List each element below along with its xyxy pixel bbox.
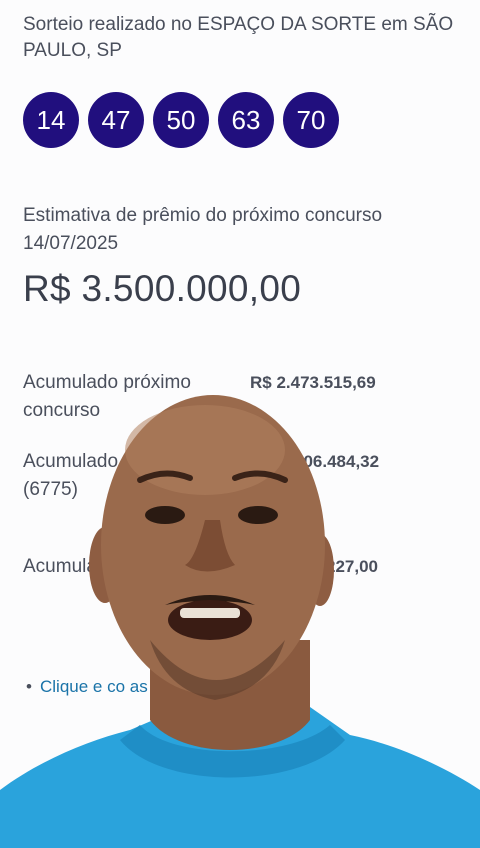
number-ball: 70	[283, 92, 339, 148]
accumulated-label: Acumulado p concurso fi (6775)	[23, 451, 232, 500]
winning-bets-link[interactable]: Clique e co as apostas ganhadoras	[26, 673, 446, 700]
draw-location-text: Sorteio realizado no ESPAÇO DA SORTE em …	[23, 14, 454, 61]
bullet-icon: •	[26, 677, 32, 696]
winning-bets-link-item: • Clique e co as apostas ganhadoras	[26, 673, 446, 700]
next-prize-estimate-label: Estimativa de prêmio do próximo concurso…	[23, 205, 383, 254]
accumulated-label: Acumula Sorteio E João	[23, 556, 227, 577]
drawn-numbers: 14 47 50 63 70	[23, 92, 339, 148]
number-ball: 14	[23, 92, 79, 148]
accumulated-value: 406.484,32	[294, 452, 380, 471]
accumulated-label: Acumulado próximo concurso	[23, 372, 191, 421]
accumulated-value: 227,00	[326, 557, 378, 576]
number-ball: 50	[153, 92, 209, 148]
accumulated-value: R$ 2.473.515,69	[250, 373, 376, 392]
number-ball: 63	[218, 92, 274, 148]
next-prize-estimate-value: R$ 3.500.000,00	[23, 268, 302, 309]
number-ball: 47	[88, 92, 144, 148]
shirt	[0, 700, 480, 848]
